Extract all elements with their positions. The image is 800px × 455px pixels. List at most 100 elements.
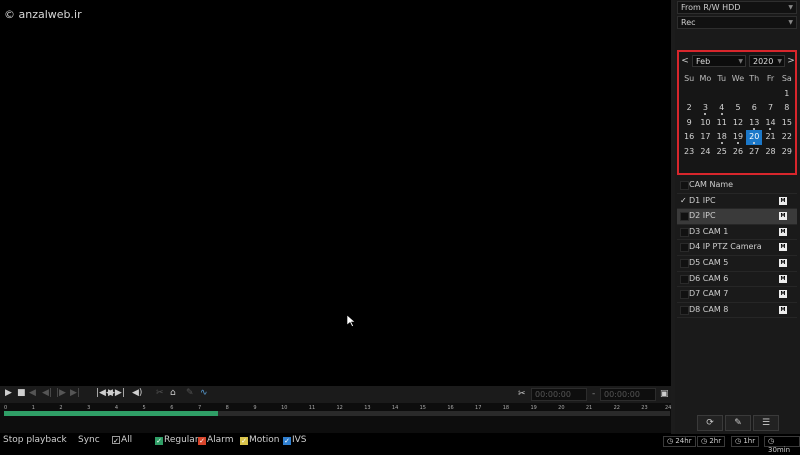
calendar-day[interactable]: 1 bbox=[779, 87, 795, 102]
camera-row[interactable]: D7 CAM 7 M bbox=[677, 287, 797, 303]
legend-ivs[interactable]: ✓ IVS bbox=[283, 435, 307, 445]
calendar-empty-cell bbox=[714, 87, 730, 102]
camera-row[interactable]: D4 IP PTZ Camera M bbox=[677, 240, 797, 256]
legend-regular[interactable]: ✓ Regular bbox=[155, 435, 199, 445]
calendar-day[interactable]: 10 bbox=[697, 116, 713, 131]
main-stream-button[interactable]: M bbox=[779, 196, 787, 205]
calendar-day[interactable]: 13 bbox=[746, 116, 762, 131]
calendar-day[interactable]: 17 bbox=[697, 130, 713, 145]
calendar-day[interactable]: 26 bbox=[730, 145, 746, 160]
calendar-day[interactable]: 22 bbox=[779, 130, 795, 145]
camera-row[interactable]: D3 CAM 1 M bbox=[677, 225, 797, 241]
camera-checkbox[interactable] bbox=[680, 290, 689, 300]
camera-checkbox[interactable] bbox=[680, 274, 689, 284]
zoom-2hr-button[interactable]: ◷ 2hr bbox=[697, 436, 726, 447]
zoom-1hr-button[interactable]: ◷ 1hr bbox=[731, 436, 760, 447]
tag-button[interactable]: ✎ bbox=[725, 415, 751, 431]
calendar-day[interactable]: 28 bbox=[762, 145, 778, 160]
record-type-select[interactable]: Rec ▼ bbox=[677, 16, 797, 29]
play-icon[interactable]: ▶ bbox=[5, 388, 12, 398]
clip-icon[interactable]: ✂ bbox=[156, 388, 164, 398]
legend-alarm[interactable]: ✓ Alarm bbox=[198, 435, 233, 445]
main-stream-button[interactable]: M bbox=[779, 305, 787, 314]
camera-checkbox[interactable] bbox=[680, 243, 689, 253]
main-stream-button[interactable]: M bbox=[779, 212, 787, 221]
calendar-day[interactable]: 4 bbox=[714, 101, 730, 116]
tag-icon: ✎ bbox=[734, 418, 742, 428]
playback-video-area[interactable] bbox=[0, 0, 671, 385]
calendar-day-number: 15 bbox=[781, 117, 792, 127]
main-stream-button[interactable]: M bbox=[779, 290, 787, 299]
zoom-30min-button[interactable]: ◷ 30min bbox=[764, 436, 800, 454]
calendar-day[interactable]: 12 bbox=[730, 116, 746, 131]
calendar-day[interactable]: 5 bbox=[730, 101, 746, 116]
camera-row[interactable]: D5 CAM 5 M bbox=[677, 256, 797, 272]
legend-motion[interactable]: ✓ Motion bbox=[240, 435, 280, 445]
smart-search-icon[interactable]: ∿ bbox=[200, 388, 208, 398]
select-all-checkbox[interactable] bbox=[680, 181, 689, 190]
calendar-day[interactable]: 18 bbox=[714, 130, 730, 145]
calendar-day[interactable]: 25 bbox=[714, 145, 730, 160]
clock-icon: ◷ bbox=[768, 437, 775, 445]
year-select[interactable]: 2020 ▼ bbox=[749, 55, 785, 67]
camera-row[interactable]: ✓ D1 IPC M bbox=[677, 194, 797, 210]
calendar-day[interactable]: 2 bbox=[681, 101, 697, 116]
calendar-day[interactable]: 3 bbox=[697, 101, 713, 116]
segment-end-input[interactable]: 00:00:00 bbox=[600, 388, 656, 401]
calendar-day[interactable]: 9 bbox=[681, 116, 697, 131]
calendar-day[interactable]: 19 bbox=[730, 130, 746, 145]
all-checkbox[interactable]: ✓ All bbox=[112, 435, 132, 445]
camera-checkbox[interactable] bbox=[680, 305, 689, 315]
volume-icon[interactable]: ◀) bbox=[132, 388, 142, 398]
step-forward-icon[interactable]: ▶| bbox=[70, 388, 80, 398]
step-back-icon[interactable]: ◀| bbox=[42, 388, 52, 398]
main-stream-button[interactable]: M bbox=[779, 258, 787, 267]
calendar-day[interactable]: 14 bbox=[762, 116, 778, 131]
file-list-button[interactable]: ☰ bbox=[753, 415, 779, 431]
camera-name: D4 IP PTZ Camera bbox=[689, 242, 762, 252]
calendar-empty-cell bbox=[746, 87, 762, 102]
main-stream-button[interactable]: M bbox=[779, 227, 787, 236]
calendar-week: 2 3 4 5 6 7 8 bbox=[681, 101, 795, 116]
zoom-24hr-button[interactable]: ◷ 24hr bbox=[663, 436, 696, 447]
camera-checkbox[interactable] bbox=[680, 227, 689, 237]
calendar-day[interactable]: 15 bbox=[779, 116, 795, 131]
calendar-day[interactable]: 23 bbox=[681, 145, 697, 160]
timeline-track[interactable] bbox=[4, 411, 670, 416]
calendar-day[interactable]: 16 bbox=[681, 130, 697, 145]
main-stream-button[interactable]: M bbox=[779, 274, 787, 283]
camera-name: D3 CAM 1 bbox=[689, 226, 729, 236]
calendar-day[interactable]: 29 bbox=[779, 145, 795, 160]
check-icon[interactable]: ✓ bbox=[680, 194, 687, 208]
tag-add-icon[interactable]: ✎ bbox=[186, 388, 194, 398]
camera-checkbox[interactable] bbox=[680, 258, 689, 268]
scissors-icon[interactable]: ✂ bbox=[518, 389, 526, 399]
prev-month-button[interactable]: < bbox=[680, 55, 690, 67]
calendar-day[interactable]: 8 bbox=[779, 101, 795, 116]
save-icon[interactable]: ▣ bbox=[660, 389, 669, 399]
camera-row[interactable]: D6 CAM 6 M bbox=[677, 272, 797, 288]
slow-icon[interactable]: |▶ bbox=[56, 388, 66, 398]
calendar-day[interactable]: 11 bbox=[714, 116, 730, 131]
calendar-day[interactable]: 21 bbox=[762, 130, 778, 145]
timeline[interactable]: 0 1 2 3 4 5 6 7 8 9 10 11 12 13 14 15 16 17 18 19 20 21 22 23 24 bbox=[0, 403, 671, 433]
camera-row[interactable]: D2 IPC M bbox=[677, 209, 797, 225]
calendar-day[interactable]: 27 bbox=[746, 145, 762, 160]
calendar-day[interactable]: 6 bbox=[746, 101, 762, 116]
snapshot-icon[interactable]: ⌂ bbox=[170, 388, 176, 398]
segment-start-input[interactable]: 00:00:00 bbox=[531, 388, 587, 401]
calendar-day-number: 23 bbox=[684, 146, 695, 156]
next-month-button[interactable]: > bbox=[786, 55, 796, 67]
calendar-day[interactable]: 7 bbox=[762, 101, 778, 116]
reverse-play-icon[interactable]: ◀ bbox=[29, 388, 36, 398]
camera-checkbox[interactable] bbox=[680, 212, 689, 222]
calendar-day[interactable]: 24 bbox=[697, 145, 713, 160]
refresh-button[interactable]: ⟳ bbox=[697, 415, 723, 431]
month-select[interactable]: Feb ▼ bbox=[692, 55, 746, 67]
next-day-icon[interactable]: ▶▶| bbox=[108, 388, 125, 398]
main-stream-button[interactable]: M bbox=[779, 243, 787, 252]
calendar-day[interactable]: 20 bbox=[746, 130, 763, 145]
source-select[interactable]: From R/W HDD ▼ bbox=[677, 1, 797, 14]
stop-icon[interactable]: ■ bbox=[17, 388, 26, 398]
camera-row[interactable]: D8 CAM 8 M bbox=[677, 303, 797, 319]
